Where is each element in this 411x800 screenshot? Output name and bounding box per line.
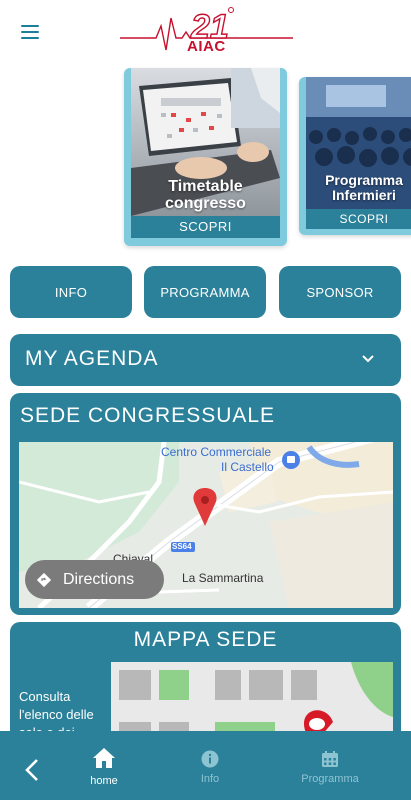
info-button[interactable]: INFO [10,266,132,318]
nav-info-label: Info [200,773,220,785]
logo-text: AIAC [187,38,226,55]
programma-infermieri-card-image: Programma Infermieri [306,77,411,209]
nav-programma-label: Programma [301,773,359,785]
programma-infermieri-scopri-button[interactable]: SCOPRI [306,209,411,229]
info-icon [201,750,219,768]
bottom-navigation: home Info Programma [0,731,411,800]
back-arrow-icon[interactable] [24,758,40,782]
nav-home-label: home [90,775,118,787]
hamburger-menu-icon[interactable] [21,25,39,39]
my-agenda-title: MY AGENDA [25,347,159,370]
timetable-card-title: Timetable congresso [165,178,246,212]
map-road-label: SS64 [172,542,192,551]
directions-label: Directions [63,570,135,588]
venue-title: SEDE CONGRESSUALE [20,404,276,427]
nav-home[interactable]: home [78,745,130,791]
site-map-image[interactable] [111,662,393,742]
timetable-card[interactable]: Timetable congresso SCOPRI [124,68,287,246]
app-header: 21 AIAC [0,0,411,64]
programma-infermieri-card[interactable]: Programma Infermieri SCOPRI [299,77,411,235]
programma-button[interactable]: PROGRAMMA [144,266,266,318]
chevron-down-icon[interactable] [362,354,374,364]
calendar-icon [322,751,338,767]
site-map-title: MAPPA SEDE [133,628,278,651]
directions-icon [37,572,51,587]
timetable-card-image: Timetable congresso [131,68,280,216]
map-area-label: La Sammartina [182,571,264,585]
home-icon [93,748,115,768]
my-agenda-panel[interactable]: MY AGENDA [10,334,401,386]
programma-infermieri-card-title: Programma Infermieri [325,172,403,203]
sponsor-button[interactable]: SPONSOR [279,266,401,318]
nav-programma[interactable]: Programma [290,747,370,791]
nav-info[interactable]: Info [184,747,236,791]
timetable-scopri-button[interactable]: SCOPRI [131,216,280,238]
map-place-label: Centro Commerciale Il Castello [161,445,274,474]
directions-button[interactable]: Directions [25,560,164,599]
